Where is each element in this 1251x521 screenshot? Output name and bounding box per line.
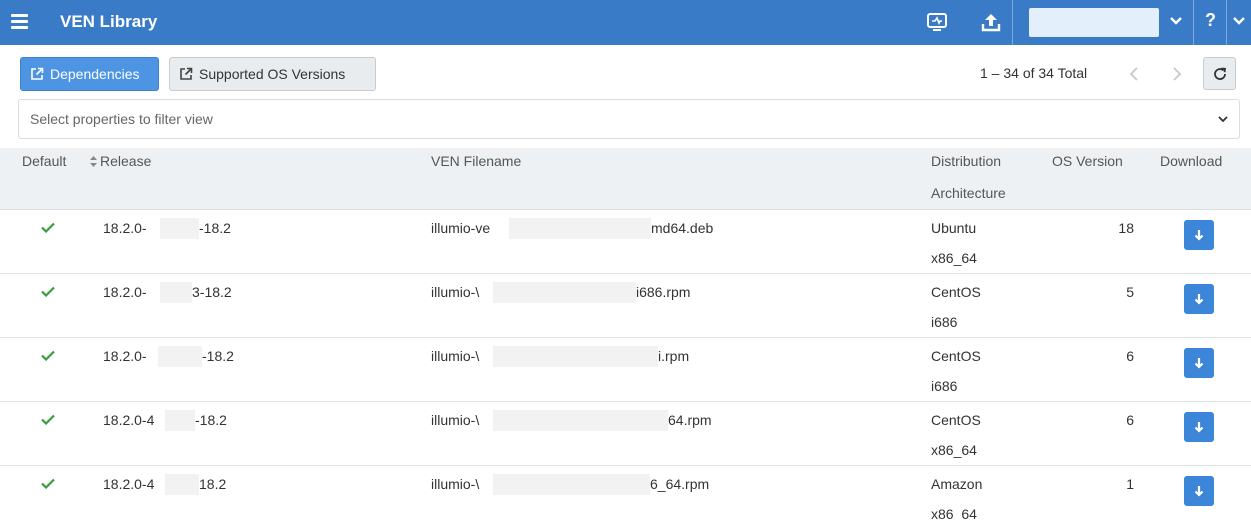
download-arrow-icon [1194, 486, 1204, 497]
refresh-icon [1213, 67, 1226, 80]
col-architecture[interactable]: Architecture [931, 185, 1006, 201]
os-version: 6 [1126, 412, 1134, 428]
supported-os-versions-button[interactable]: Supported OS Versions [169, 57, 376, 91]
release-prefix: 18.2.0-4 [103, 476, 155, 492]
filename-suffix: i.rpm [658, 348, 690, 364]
filename-prefix: illumio-\ [431, 476, 480, 492]
top-nav-bar: VEN Library ? [0, 0, 1251, 45]
release-suffix: -18.2 [195, 412, 227, 428]
col-os-version[interactable]: OS Version [1052, 153, 1123, 169]
filename-prefix: illumio-\ [431, 348, 480, 364]
menu-icon[interactable] [11, 14, 28, 29]
help-chevron-down-icon[interactable] [1233, 16, 1245, 26]
release-suffix: 18.2 [199, 476, 227, 492]
refresh-button[interactable] [1203, 57, 1236, 90]
table-row: 18.2.0-4 18.2 illumio-\ 6_64.rpm Amazon … [0, 466, 1251, 521]
table-row: 18.2.0- 3-18.2 illumio-\ i686.rpm CentOS… [0, 274, 1251, 338]
col-ven-filename[interactable]: VEN Filename [431, 153, 521, 169]
distribution: Ubuntu [931, 220, 977, 236]
dependencies-label: Dependencies [50, 66, 140, 82]
col-download: Download [1160, 153, 1223, 169]
chevron-right-icon [1172, 66, 1181, 81]
table-row: 18.2.0- -18.2 illumio-ve md64.deb Ubuntu… [0, 210, 1251, 274]
os-version: 18 [1118, 220, 1134, 236]
table-row: 18.2.0-4 -18.2 illumio-\ 64.rpm CentOS x… [0, 402, 1251, 466]
filename-suffix: i686.rpm [636, 284, 691, 300]
check-icon [41, 286, 55, 297]
chevron-left-icon [1129, 66, 1138, 81]
release-suffix: -18.2 [202, 348, 234, 364]
upload-icon[interactable] [979, 10, 1003, 34]
download-button[interactable] [1184, 412, 1214, 442]
architecture: x86_64 [931, 250, 977, 266]
release-prefix: 18.2.0- [103, 348, 147, 364]
col-distribution[interactable]: Distribution [931, 153, 1001, 169]
filter-placeholder: Select properties to filter view [30, 111, 213, 127]
architecture: x86_64 [931, 442, 977, 458]
table-row: 18.2.0- -18.2 illumio-\ i.rpm CentOS i68… [0, 338, 1251, 402]
monitor-icon[interactable] [925, 10, 949, 34]
release-prefix: 18.2.0- [103, 220, 147, 236]
chevron-down-icon[interactable] [1170, 16, 1182, 26]
os-version: 5 [1126, 284, 1134, 300]
download-button[interactable] [1184, 348, 1214, 378]
chevron-down-icon[interactable] [1217, 115, 1229, 124]
architecture: x86_64 [931, 506, 977, 521]
help-icon[interactable]: ? [1205, 10, 1216, 31]
distribution: Amazon [931, 476, 983, 492]
os-version: 6 [1126, 348, 1134, 364]
release-prefix: 18.2.0- [103, 284, 147, 300]
download-arrow-icon [1194, 358, 1204, 369]
sort-icon[interactable] [90, 156, 97, 167]
filter-input[interactable]: Select properties to filter view [18, 99, 1240, 139]
download-arrow-icon [1194, 230, 1204, 241]
download-button[interactable] [1184, 220, 1214, 250]
check-icon [41, 222, 55, 233]
distribution: CentOS [931, 348, 981, 364]
release-prefix: 18.2.0-4 [103, 412, 155, 428]
distribution: CentOS [931, 284, 981, 300]
filename-suffix: 64.rpm [668, 412, 712, 428]
col-release[interactable]: Release [100, 153, 151, 169]
supported-os-versions-label: Supported OS Versions [199, 66, 346, 82]
col-default[interactable]: Default [22, 153, 66, 169]
os-version: 1 [1126, 476, 1134, 492]
download-arrow-icon [1194, 422, 1204, 433]
external-link-icon [180, 67, 193, 80]
filename-suffix: md64.deb [651, 220, 714, 236]
filename-prefix: illumio-\ [431, 412, 480, 428]
pagination-count: 1 – 34 of 34 Total [980, 65, 1088, 81]
next-page-button[interactable] [1160, 57, 1193, 90]
filename-suffix: 6_64.rpm [650, 476, 710, 492]
previous-page-button[interactable] [1117, 57, 1150, 90]
filename-prefix: illumio-\ [431, 284, 480, 300]
release-suffix: -18.2 [199, 220, 231, 236]
table-header: Default Release VEN Filename Distributio… [0, 148, 1251, 210]
release-suffix: 3-18.2 [192, 284, 232, 300]
distribution: CentOS [931, 412, 981, 428]
architecture: i686 [931, 378, 958, 394]
download-arrow-icon [1194, 294, 1204, 305]
page-title: VEN Library [60, 12, 158, 31]
architecture: i686 [931, 314, 958, 330]
filename-prefix: illumio-ve [431, 220, 491, 236]
check-icon [41, 478, 55, 489]
check-icon [41, 350, 55, 361]
user-account-field[interactable] [1029, 8, 1159, 37]
dependencies-button[interactable]: Dependencies [20, 57, 159, 91]
external-link-icon [31, 67, 44, 80]
download-button[interactable] [1184, 284, 1214, 314]
download-button[interactable] [1184, 476, 1214, 506]
check-icon [41, 414, 55, 425]
